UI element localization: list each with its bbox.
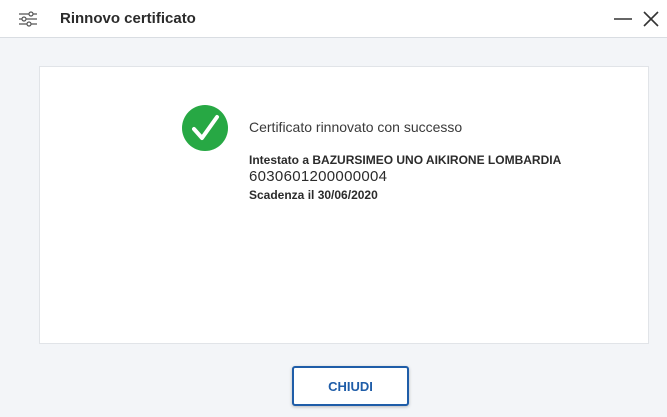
dialog-window: Rinnovo certificato Certificato rinnovat… [0, 0, 667, 417]
owner-prefix: Intestato a [249, 153, 313, 167]
certificate-serial: 6030601200000004 [249, 168, 388, 185]
title-bar: Rinnovo certificato [0, 0, 667, 38]
close-button[interactable]: CHIUDI [292, 366, 409, 406]
expiry-date: 30/06/2020 [317, 188, 378, 202]
close-icon[interactable] [640, 8, 662, 30]
minimize-icon[interactable] [612, 8, 634, 30]
certificate-expiry: Scadenza il 30/06/2020 [249, 188, 378, 202]
window-title: Rinnovo certificato [60, 10, 196, 27]
success-message: Certificato rinnovato con successo [249, 119, 463, 135]
result-panel: Certificato rinnovato con successo Intes… [39, 66, 649, 344]
check-icon [182, 105, 228, 151]
sliders-icon[interactable] [18, 11, 38, 27]
owner-name: BAZURSIMEO UNO AIKIRONE LOMBARDIA [312, 153, 562, 167]
expiry-prefix: Scadenza il [249, 188, 318, 202]
certificate-owner: Intestato a BAZURSIMEO UNO AIKIRONE LOMB… [249, 153, 561, 167]
